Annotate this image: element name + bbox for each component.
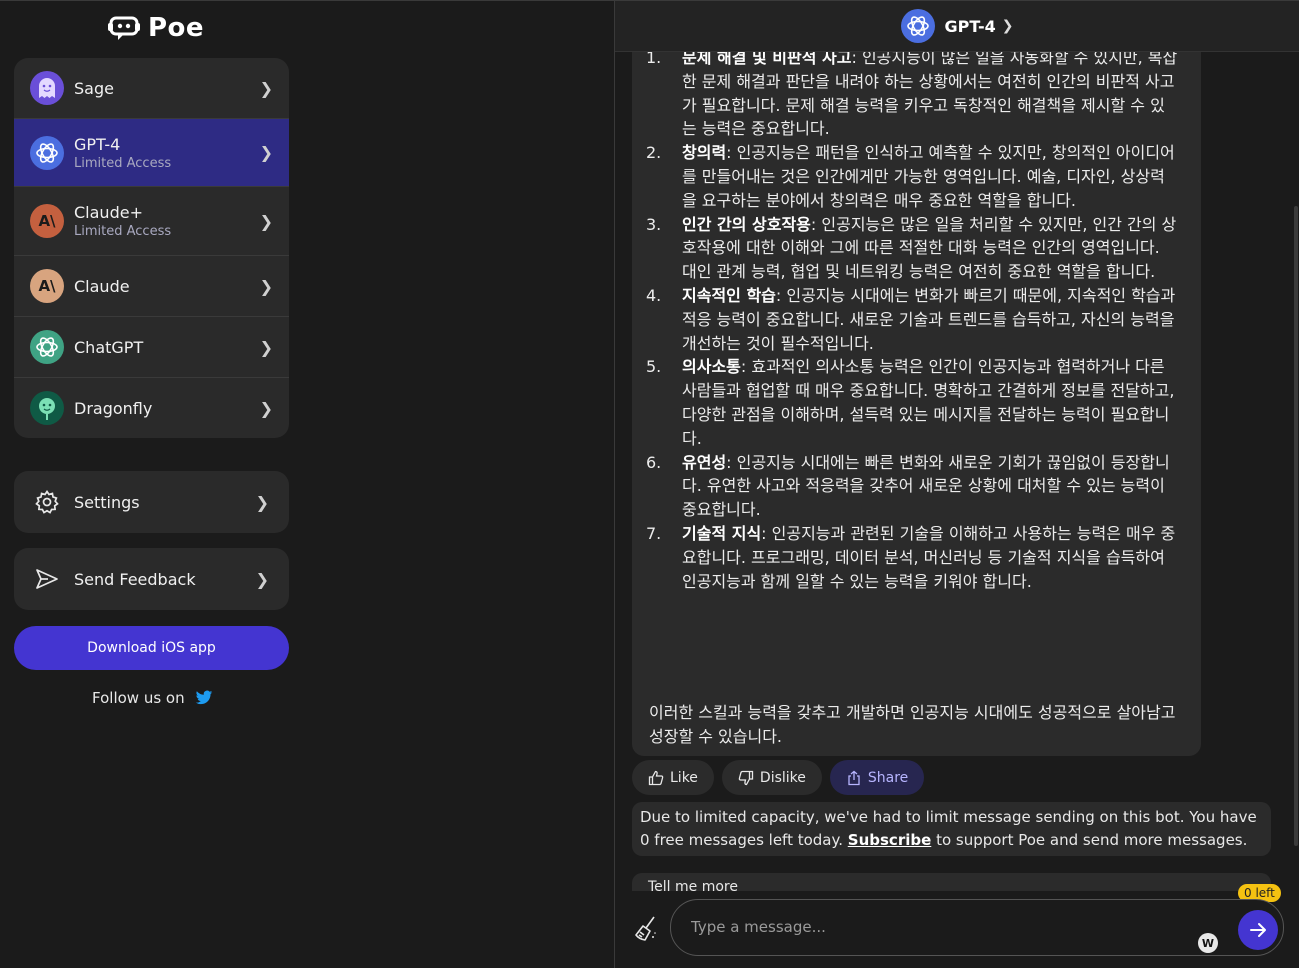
bot-item-sage[interactable]: Sage ❯ [14, 58, 289, 119]
share-label: Share [867, 769, 909, 786]
chat-panel: 1. 문제 해결 및 비판적 사고: 인공지능이 많은 일을 자동화할 수 있지만… [615, 1, 1299, 968]
openai-avatar-icon [30, 135, 64, 170]
list-item: 7. 기술적 지식: 인공지능과 관련된 기술을 이해하고 사용하는 능력은 매우… [646, 523, 1176, 591]
rate-limit-notice: Due to limited capacity, we've had to li… [632, 802, 1271, 856]
arrow-right-icon [1250, 923, 1266, 937]
poe-logo-icon [108, 16, 140, 40]
bot-item-chatgpt[interactable]: ChatGPT ❯ [14, 317, 289, 378]
bot-item-claude[interactable]: A\ Claude ❯ [14, 256, 289, 317]
twitter-icon[interactable] [195, 690, 213, 706]
chevron-right-icon: ❯ [259, 337, 273, 357]
send-button[interactable] [1238, 910, 1278, 950]
send-feedback-label: Send Feedback [74, 569, 196, 589]
poe-app: Poe Sage ❯ GPT-4 Limited Access ❯ A\ Cla… [0, 0, 1299, 968]
anthropic-avatar-icon: A\ [30, 204, 64, 238]
bot-item-dragonfly[interactable]: Dragonfly ❯ [14, 378, 289, 438]
settings-button[interactable]: Settings ❯ [14, 471, 289, 533]
like-button[interactable]: Like [632, 760, 714, 795]
bot-list: Sage ❯ GPT-4 Limited Access ❯ A\ Claude+… [14, 58, 289, 438]
limit-text-tail: to support Poe and send more messages. [936, 831, 1248, 849]
bot-name: GPT-4 [74, 134, 121, 154]
w-extension-icon[interactable]: W [1198, 933, 1218, 953]
reaction-row: Like Dislike Share [632, 760, 925, 795]
openai-avatar-icon [900, 9, 935, 43]
bot-access-label: Limited Access [74, 224, 172, 239]
message-composer: W [670, 899, 1284, 956]
settings-label: Settings [74, 492, 140, 512]
broom-icon [635, 916, 656, 941]
list-item: 6. 유연성: 인공지능 시대에는 빠른 변화와 새로운 기회가 끊임없이 등장합… [646, 452, 1170, 520]
openai-avatar-icon [30, 330, 64, 364]
share-button[interactable]: Share [829, 760, 925, 795]
gear-icon [35, 489, 59, 514]
bot-name: Claude [74, 276, 130, 296]
list-item: 4. 지속적인 학습: 인공지능 시대에는 변화가 빠르기 때문에, 지속적인 학… [646, 285, 1176, 353]
chevron-right-icon: ❯ [259, 143, 273, 162]
poe-logo[interactable]: Poe [108, 13, 204, 43]
chevron-right-icon: ❯ [259, 276, 273, 296]
like-label: Like [670, 769, 698, 786]
download-ios-app-button[interactable]: Download iOS app [14, 626, 289, 670]
send-icon [36, 569, 58, 589]
list-item: 1. 문제 해결 및 비판적 사고: 인공지능이 많은 일을 자동화할 수 있지만… [646, 48, 1178, 139]
dragonfly-avatar-icon [30, 391, 64, 425]
sage-avatar-icon [30, 71, 64, 105]
follow-us-label: Follow us on [92, 689, 185, 707]
bot-name: Claude+ [74, 203, 143, 222]
sidebar: Poe Sage ❯ GPT-4 Limited Access ❯ A\ Cla… [0, 1, 303, 968]
subscribe-link[interactable]: Subscribe [848, 831, 932, 849]
logo-text: Poe [148, 13, 205, 43]
message-conclusion: 이러한 스킬과 능력을 갖추고 개발하면 인공지능 시대에도 성공적으로 살아남… [649, 703, 1176, 746]
bot-name: Dragonfly [74, 398, 153, 418]
follow-us: Follow us on [92, 689, 213, 707]
chat-scrollbar[interactable] [1294, 206, 1298, 846]
bot-item-gpt4[interactable]: GPT-4 Limited Access ❯ [14, 119, 289, 187]
bot-name: ChatGPT [74, 337, 144, 357]
chevron-right-icon: ❯ [259, 78, 273, 98]
chevron-right-icon: ❯ [255, 569, 269, 589]
anthropic-avatar-icon: A\ [30, 269, 64, 303]
chat-header[interactable]: GPT-4 ❯ [615, 1, 1299, 52]
list-item: 3. 인간 간의 상호작용: 인공지능은 많은 일을 처리할 수 있지만, 인간 … [646, 214, 1177, 282]
chat-title: GPT-4 [944, 16, 996, 36]
bot-name: Sage [74, 78, 114, 98]
bot-access-label: Limited Access [74, 155, 172, 171]
chevron-right-icon: ❯ [259, 398, 273, 418]
message-input[interactable] [691, 910, 1191, 944]
clear-context-button[interactable] [633, 915, 659, 947]
message-list: 1. 문제 해결 및 비판적 사고: 인공지능이 많은 일을 자동화할 수 있지만… [646, 46, 1178, 593]
thumbs-down-icon [738, 770, 754, 785]
thumbs-up-icon [648, 770, 664, 785]
chevron-right-icon: ❯ [259, 211, 273, 231]
suggested-reply[interactable]: Tell me more [632, 873, 1271, 891]
share-icon [848, 770, 860, 785]
list-item: 2. 창의력: 인공지능은 패턴을 인식하고 예측할 수 있지만, 창의적인 아이… [646, 143, 1175, 210]
dislike-button[interactable]: Dislike [721, 760, 822, 795]
dislike-label: Dislike [759, 769, 806, 786]
chevron-right-icon: ❯ [255, 492, 269, 512]
chevron-right-icon: ❯ [1001, 18, 1014, 34]
bot-item-claude-plus[interactable]: A\ Claude+ Limited Access ❯ [14, 187, 289, 256]
list-item: 5. 의사소통: 효과적인 의사소통 능력은 인간이 인공지능과 협력하거나 다른… [646, 357, 1175, 448]
send-feedback-button[interactable]: Send Feedback ❯ [14, 548, 289, 610]
